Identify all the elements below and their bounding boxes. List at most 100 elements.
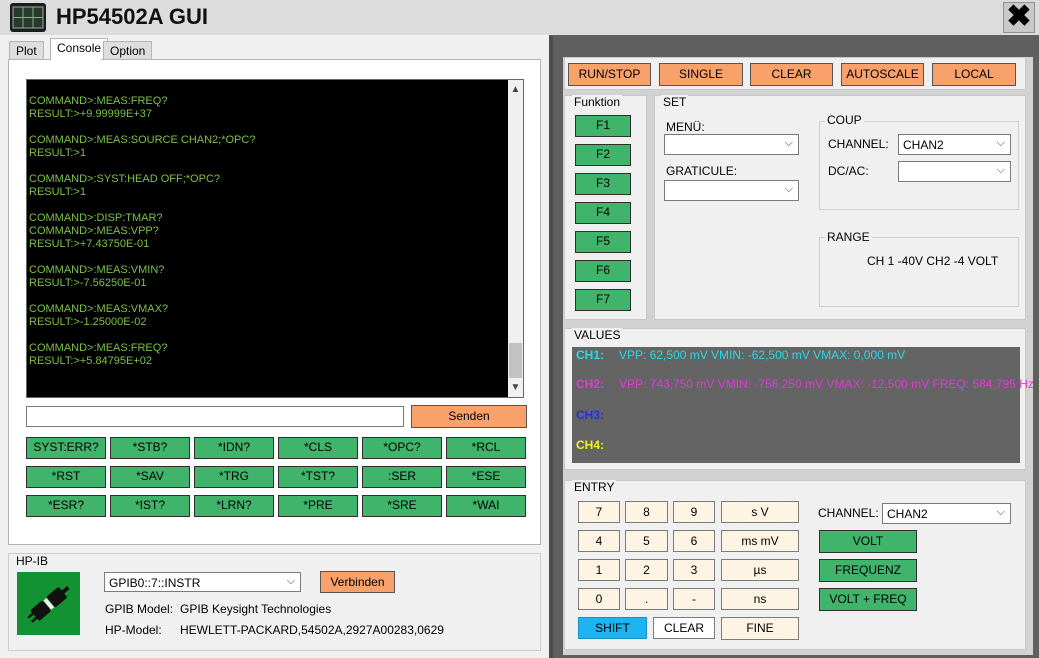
key-8[interactable]: 8 <box>625 501 668 523</box>
local-button[interactable]: LOCAL <box>932 63 1016 86</box>
cmd-button[interactable]: *CLS <box>278 437 358 459</box>
range-title: RANGE <box>825 230 872 244</box>
cmd-button[interactable]: *TRG <box>194 466 274 488</box>
f5-button[interactable]: F5 <box>575 231 631 253</box>
entry-channel-label: CHANNEL: <box>818 506 879 520</box>
shift-button[interactable]: SHIFT <box>578 617 647 639</box>
connect-button[interactable]: Verbinden <box>320 571 395 593</box>
cmd-button[interactable]: SYST:ERR? <box>26 437 106 459</box>
cmd-button[interactable]: *IST? <box>110 495 190 517</box>
hp-model-value: HEWLETT-PACKARD,54502A,2927A00283,0629 <box>180 623 444 637</box>
f4-button[interactable]: F4 <box>575 202 631 224</box>
key-3[interactable]: 3 <box>673 559 715 581</box>
chevron-down-icon: ⌵ <box>996 506 1005 518</box>
set-title: SET <box>661 95 689 109</box>
key-5[interactable]: 5 <box>625 530 668 552</box>
hp-model-label: HP-Model: <box>105 623 162 637</box>
volt-freq-button[interactable]: VOLT + FREQ <box>819 588 917 611</box>
key-s-v[interactable]: s V <box>721 501 799 523</box>
key-us[interactable]: µs <box>721 559 799 581</box>
key-6[interactable]: 6 <box>673 530 715 552</box>
single-button[interactable]: SINGLE <box>659 63 743 86</box>
range-value: CH 1 -40V CH2 -4 VOLT <box>867 254 999 268</box>
panel-divider[interactable] <box>549 36 553 658</box>
coup-channel-value: CHAN2 <box>903 138 944 152</box>
cmd-button[interactable]: *STB? <box>110 437 190 459</box>
send-button[interactable]: Senden <box>411 405 527 428</box>
console-output[interactable]: COMMAND>:MEAS:FREQ? RESULT:>+9.99999E+37… <box>26 79 524 398</box>
cmd-button[interactable]: :SER <box>362 466 442 488</box>
console-scrollbar[interactable]: ▲ ▼ <box>508 80 523 397</box>
cmd-button[interactable]: *SRE <box>362 495 442 517</box>
chevron-down-icon: ⌵ <box>286 575 295 587</box>
gpib-address-value: GPIB0::7::INSTR <box>109 576 201 590</box>
clear-button[interactable]: CLEAR <box>750 63 833 86</box>
tab-option[interactable]: Option <box>103 41 153 60</box>
scroll-down-icon[interactable]: ▼ <box>508 380 523 395</box>
ch1-values: VPP: 62,500 mV VMIN: -62,500 mV VMAX: 0,… <box>619 348 906 362</box>
cmd-button[interactable]: *WAI <box>446 495 526 517</box>
menu-label: MENÜ: <box>666 120 705 134</box>
autoscale-button[interactable]: AUTOSCALE <box>841 63 924 86</box>
ch3-label: CH3: <box>576 408 605 422</box>
cmd-button[interactable]: *ESR? <box>26 495 106 517</box>
f1-button[interactable]: F1 <box>575 115 631 137</box>
tab-plot[interactable]: Plot <box>9 41 44 60</box>
entry-channel-select[interactable]: CHAN2 ⌵ <box>882 503 1011 524</box>
cmd-button[interactable]: *OPC? <box>362 437 442 459</box>
values-display <box>572 347 1020 463</box>
cmd-button[interactable]: *IDN? <box>194 437 274 459</box>
fine-button[interactable]: FINE <box>721 617 799 640</box>
cmd-button[interactable]: *SAV <box>110 466 190 488</box>
key-9[interactable]: 9 <box>673 501 715 523</box>
dcac-select[interactable]: ⌵ <box>898 161 1011 182</box>
key-4[interactable]: 4 <box>578 530 620 552</box>
volt-button[interactable]: VOLT <box>819 530 917 553</box>
scroll-up-icon[interactable]: ▲ <box>508 82 523 97</box>
coup-channel-label: CHANNEL: <box>828 137 889 151</box>
cmd-button[interactable]: *TST? <box>278 466 358 488</box>
key-0[interactable]: 0 <box>578 588 620 610</box>
key-dot[interactable]: . <box>625 588 668 610</box>
range-group <box>819 237 1019 307</box>
plug-icon <box>17 572 80 635</box>
frequenz-button[interactable]: FREQUENZ <box>819 559 917 582</box>
funktion-title: Funktion <box>572 95 623 109</box>
gpib-address-select[interactable]: GPIB0::7::INSTR ⌵ <box>104 572 301 592</box>
f2-button[interactable]: F2 <box>575 144 631 166</box>
f7-button[interactable]: F7 <box>575 289 631 311</box>
cmd-button[interactable]: *RST <box>26 466 106 488</box>
coup-title: COUP <box>825 113 864 127</box>
run-stop-button[interactable]: RUN/STOP <box>568 63 651 86</box>
key-ns[interactable]: ns <box>721 588 799 610</box>
entry-title: ENTRY <box>572 480 617 494</box>
close-button[interactable]: ✖ <box>1003 2 1035 33</box>
menu-select[interactable]: ⌵ <box>664 134 799 155</box>
cmd-button[interactable]: *LRN? <box>194 495 274 517</box>
key-ms-mv[interactable]: ms mV <box>721 530 799 552</box>
entry-channel-value: CHAN2 <box>887 507 928 521</box>
console-text: COMMAND>:MEAS:FREQ? RESULT:>+9.99999E+37… <box>29 95 256 367</box>
key-7[interactable]: 7 <box>578 501 620 523</box>
cmd-button[interactable]: *RCL <box>446 437 526 459</box>
ch1-label: CH1: <box>576 348 605 362</box>
cmd-button[interactable]: *PRE <box>278 495 358 517</box>
key-1[interactable]: 1 <box>578 559 620 581</box>
hpib-title: HP-IB <box>14 554 51 568</box>
values-title: VALUES <box>572 328 623 342</box>
key-minus[interactable]: - <box>673 588 715 610</box>
gpib-model-value: GPIB Keysight Technologies <box>180 602 332 616</box>
entry-clear-button[interactable]: CLEAR <box>653 617 715 639</box>
oscilloscope-app-icon <box>10 3 46 32</box>
coup-channel-select[interactable]: CHAN2 ⌵ <box>898 134 1011 155</box>
command-input[interactable] <box>26 406 404 427</box>
key-2[interactable]: 2 <box>625 559 668 581</box>
ch2-label: CH2: <box>576 377 605 391</box>
f3-button[interactable]: F3 <box>575 173 631 195</box>
cmd-button[interactable]: *ESE <box>446 466 526 488</box>
f6-button[interactable]: F6 <box>575 260 631 282</box>
dcac-label: DC/AC: <box>828 164 869 178</box>
scroll-thumb[interactable] <box>509 343 522 378</box>
active-tab-joint <box>51 58 101 61</box>
graticule-select[interactable]: ⌵ <box>664 180 799 201</box>
